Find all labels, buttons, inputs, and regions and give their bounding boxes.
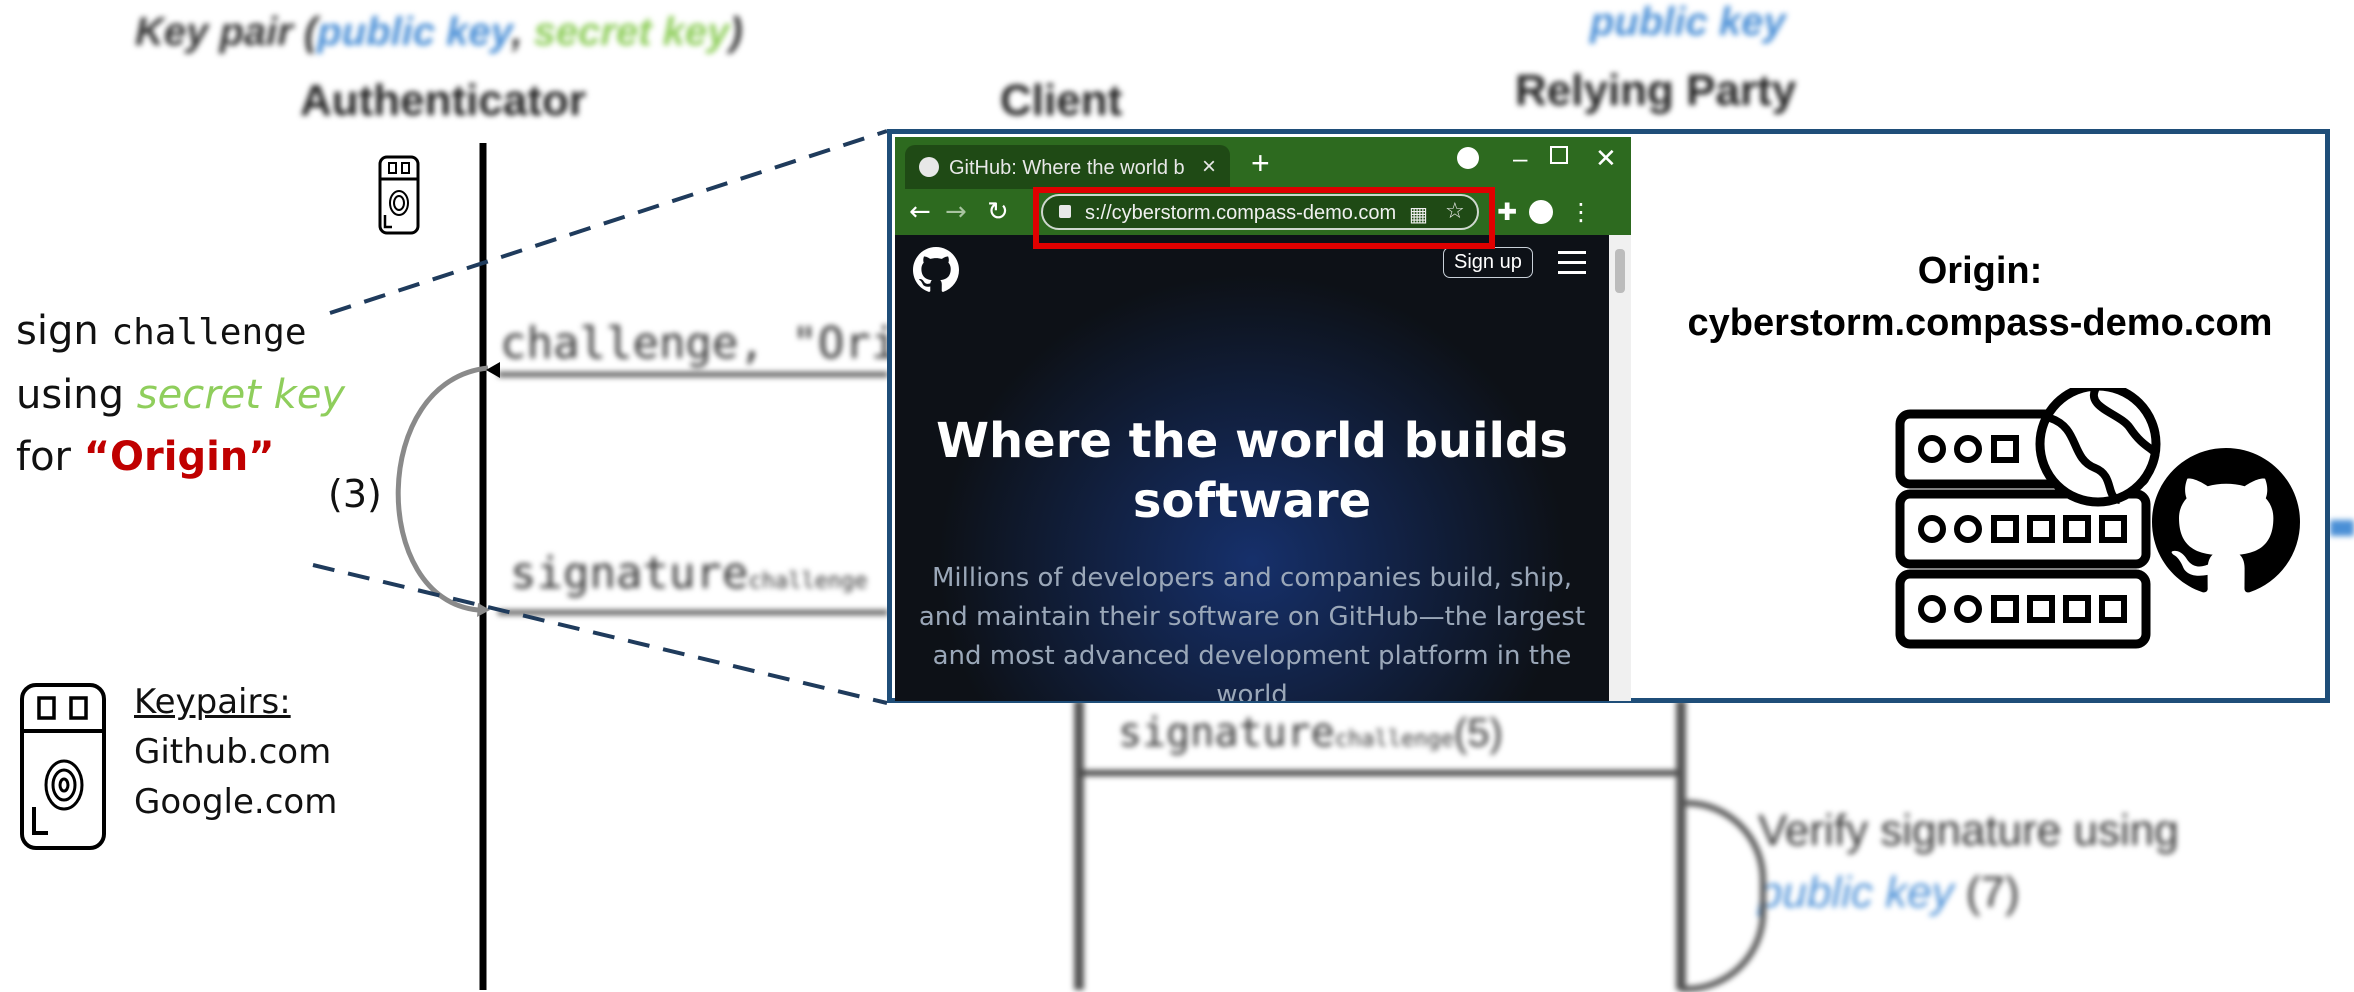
minimize-icon[interactable]: – bbox=[1513, 143, 1527, 174]
keypair-item: Github.com bbox=[134, 732, 332, 772]
sign-up-button[interactable]: Sign up bbox=[1443, 247, 1533, 278]
forward-icon[interactable]: → bbox=[945, 197, 967, 227]
github-favicon-icon bbox=[919, 157, 939, 177]
back-icon[interactable]: ← bbox=[909, 197, 931, 227]
menu-kebab-icon[interactable]: ⋮ bbox=[1569, 198, 1593, 226]
sign-line-2: using secret key bbox=[16, 372, 346, 418]
hamburger-menu-icon[interactable] bbox=[1558, 251, 1586, 281]
sign-line-3: for “Origin” bbox=[16, 434, 275, 480]
github-logo-icon[interactable] bbox=[913, 247, 959, 293]
loop-arrowtail bbox=[486, 362, 500, 378]
usb-key-icon-top bbox=[378, 155, 420, 235]
origin-heading: Origin: bbox=[1917, 250, 2043, 292]
tab-close-icon[interactable]: × bbox=[1202, 153, 1216, 181]
hero-heading: Where the world builds software bbox=[936, 413, 1568, 529]
reload-icon[interactable]: ↻ bbox=[987, 197, 1009, 227]
origin-label: Origin: cyberstorm.compass-demo.com bbox=[1632, 245, 2328, 349]
step-3-label: (3) bbox=[328, 472, 382, 516]
server-icon bbox=[1895, 388, 2161, 649]
tab-title: GitHub: Where the world b bbox=[949, 157, 1185, 179]
scroll-thumb[interactable] bbox=[1615, 249, 1625, 293]
profile-dropdown-icon[interactable] bbox=[1457, 147, 1479, 169]
globe-icon bbox=[2035, 388, 2161, 507]
github-octocat-icon bbox=[2152, 448, 2300, 593]
page-scrollbar[interactable] bbox=[1609, 235, 1631, 701]
origin-domain: cyberstorm.compass-demo.com bbox=[1687, 302, 2273, 344]
keypair-item: Google.com bbox=[134, 782, 338, 822]
address-highlight-box bbox=[1033, 187, 1495, 249]
usb-key-icon-bottom bbox=[20, 683, 106, 850]
tab-github[interactable]: GitHub: Where the world b × bbox=[905, 145, 1230, 189]
close-window-icon[interactable]: ✕ bbox=[1595, 143, 1617, 174]
sign-line-1: sign challenge bbox=[16, 308, 307, 354]
maximize-icon[interactable] bbox=[1550, 146, 1568, 164]
hero-lead-text: Millions of developers and companies bui… bbox=[918, 563, 1586, 701]
github-page: Sign up Where the world builds software … bbox=[895, 235, 1609, 701]
profile-avatar-icon[interactable] bbox=[1529, 200, 1553, 224]
new-tab-button[interactable]: + bbox=[1251, 145, 1270, 182]
self-loop-arrow bbox=[395, 365, 489, 613]
keypairs-heading: Keypairs: bbox=[134, 682, 291, 722]
extensions-icon[interactable]: ✚ bbox=[1497, 198, 1517, 226]
tab-bar: GitHub: Where the world b × + – ✕ bbox=[895, 137, 1631, 189]
zoom-connector-bottom bbox=[312, 563, 888, 705]
keypairs-list: Keypairs: Github.com Google.com bbox=[134, 677, 337, 827]
sign-instruction: sign challenge using secret key for “Ori… bbox=[16, 300, 345, 488]
